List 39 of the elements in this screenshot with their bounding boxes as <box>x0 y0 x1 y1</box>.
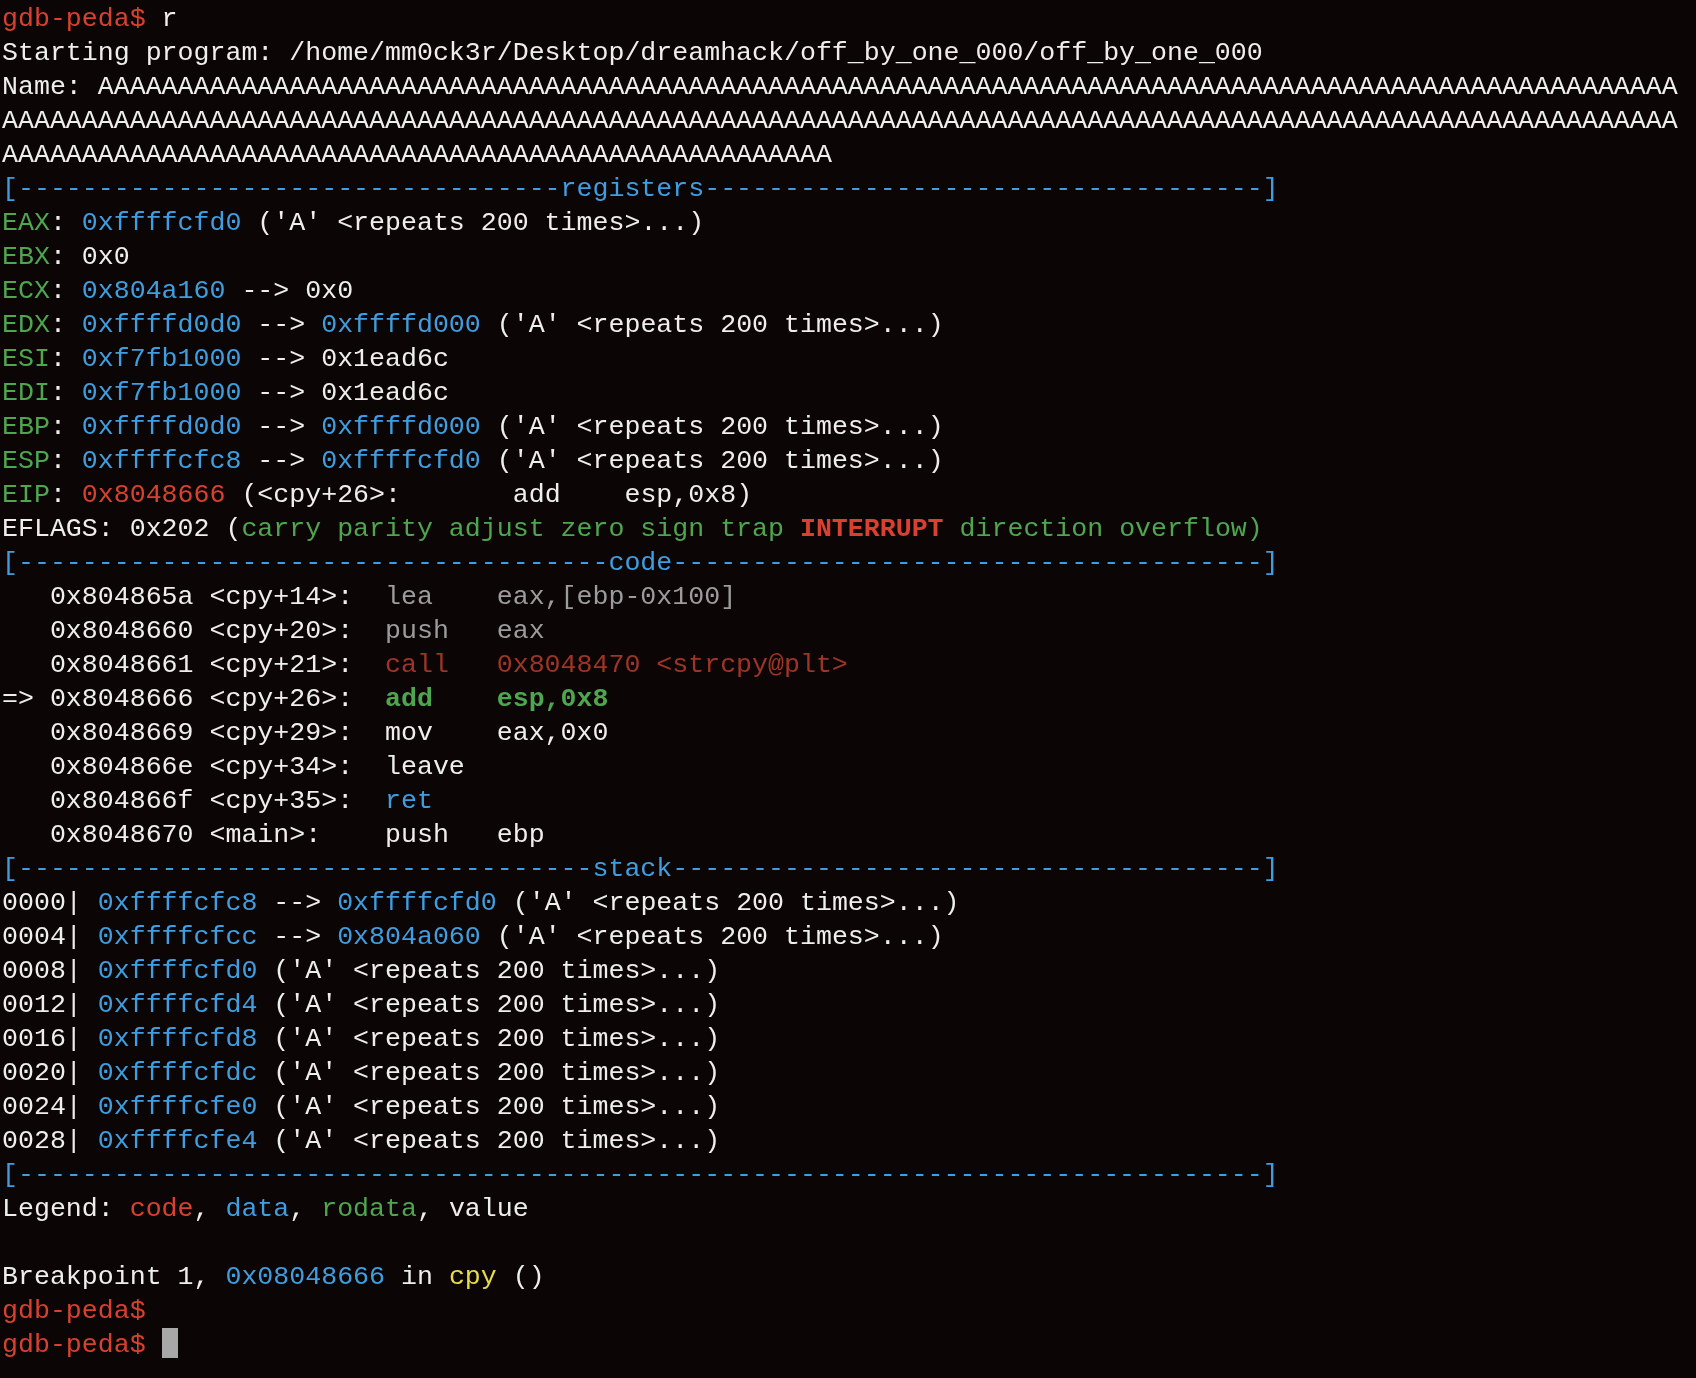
terminal-line: 0x8048660 <cpy+20>: push eax <box>48 615 545 648</box>
terminal-line: 0016| 0xffffcfd8 ('A' <repeats 200 times>...) <box>2 1023 721 1056</box>
terminal-line: 0x804865a <cpy+14>: lea eax,[ebp-0x100] <box>48 581 737 614</box>
terminal-line: 0008| 0xffffcfd0 ('A' <repeats 200 times>...) <box>2 955 721 988</box>
terminal-line: ESP: 0xffffcfc8 --> 0xffffcfd0 ('A' <repeats 200 times>...) <box>2 445 944 478</box>
terminal-line: 0004| 0xffffcfcc --> 0x804a060 ('A' <repeats 200 times>...) <box>2 921 944 954</box>
terminal-line: gdb-peda$ r <box>2 3 178 36</box>
terminal-line: 0x8048661 <cpy+21>: call 0x8048470 <strcpy@plt> <box>48 649 848 682</box>
terminal-line: EDX: 0xffffd0d0 --> 0xffffd000 ('A' <repeats 200 times>...) <box>2 309 944 342</box>
terminal-line: AAAAAAAAAAAAAAAAAAAAAAAAAAAAAAAAAAAAAAAAAAAAAAAAAAAAAAAAAAAAAAAAAAAAAAAAAAAAAAAAAAAAAAAAAAAAAAAAAAAAAAAAA <box>2 105 1678 138</box>
terminal-line: 0x8048670 <main>: push ebp <box>48 819 545 852</box>
terminal-line: EIP: 0x8048666 (<cpy+26>: add esp,0x8) <box>2 479 753 512</box>
terminal-line: Name: AAAAAAAAAAAAAAAAAAAAAAAAAAAAAAAAAAAAAAAAAAAAAAAAAAAAAAAAAAAAAAAAAAAAAAAAAAAAAAAAAAAAAAAAAAAAAAAAAAA <box>2 71 1678 104</box>
terminal-line: [------------------------------------stack-------------------------------------] <box>2 853 1279 886</box>
terminal-line: 0024| 0xffffcfe0 ('A' <repeats 200 times>...) <box>2 1091 721 1124</box>
terminal-line: AAAAAAAAAAAAAAAAAAAAAAAAAAAAAAAAAAAAAAAAAAAAAAAAAAAA <box>2 139 832 172</box>
terminal-line: ECX: 0x804a160 --> 0x0 <box>2 275 354 308</box>
terminal-line: gdb-peda$ <box>2 1295 146 1328</box>
terminal-line: EBP: 0xffffd0d0 --> 0xffffd000 ('A' <repeats 200 times>...) <box>2 411 944 444</box>
terminal-line: [------------------------------------------------------------------------------] <box>2 1159 1279 1192</box>
terminal-line: 0000| 0xffffcfc8 --> 0xffffcfd0 ('A' <repeats 200 times>...) <box>2 887 960 920</box>
terminal-line: Starting program: /home/mm0ck3r/Desktop/dreamhack/off_by_one_000/off_by_one_000 <box>2 37 1263 70</box>
terminal-line: [----------------------------------registers-----------------------------------] <box>2 173 1279 206</box>
terminal-line: 0028| 0xffffcfe4 ('A' <repeats 200 times>...) <box>2 1125 721 1158</box>
terminal-line: 0x804866e <cpy+34>: leave <box>48 751 465 784</box>
terminal-line: Legend: code, data, rodata, value <box>2 1193 529 1226</box>
terminal-line: Breakpoint 1, 0x08048666 in cpy () <box>2 1261 545 1294</box>
terminal-line: [-------------------------------------code-------------------------------------] <box>2 547 1279 580</box>
terminal-line: EBX: 0x0 <box>2 241 130 274</box>
terminal-line: 0x8048669 <cpy+29>: mov eax,0x0 <box>48 717 609 750</box>
terminal-line: => 0x8048666 <cpy+26>: add esp,0x8 <box>2 683 609 716</box>
terminal-line: 0012| 0xffffcfd4 ('A' <repeats 200 times>...) <box>2 989 721 1022</box>
terminal-line: EFLAGS: 0x202 (carry parity adjust zero sign trap INTERRUPT direction overflow) <box>2 513 1263 546</box>
terminal-line: gdb-peda$ <box>2 1328 178 1362</box>
terminal-line: ESI: 0xf7fb1000 --> 0x1ead6c <box>2 343 449 376</box>
terminal-line: EAX: 0xffffcfd0 ('A' <repeats 200 times>...) <box>2 207 705 240</box>
terminal-line: 0020| 0xffffcfdc ('A' <repeats 200 times>...) <box>2 1057 721 1090</box>
terminal-line: EDI: 0xf7fb1000 --> 0x1ead6c <box>2 377 449 410</box>
terminal-line: 0x804866f <cpy+35>: ret <box>48 785 433 818</box>
